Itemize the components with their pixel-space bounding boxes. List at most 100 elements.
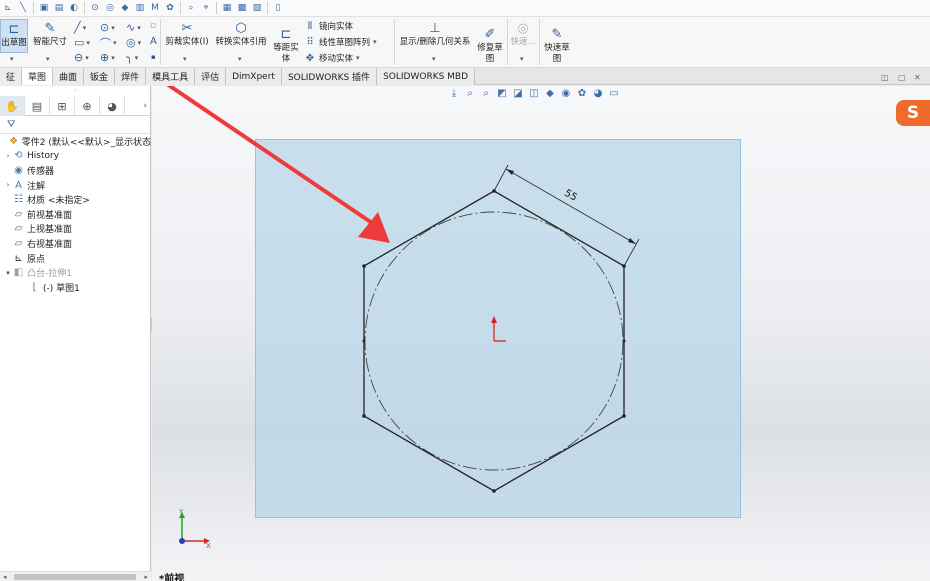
offset-entities-button[interactable]: ⊏ 等距实 体 <box>272 25 300 65</box>
line-tool-icon[interactable]: ╱ ▾ <box>74 20 100 35</box>
text-sketch-icon[interactable]: A <box>150 36 157 47</box>
tree-item-annotations[interactable]: › A 注解 <box>0 178 151 193</box>
slot-tool-icon[interactable]: ⊖ ▾ <box>74 50 100 65</box>
tab-solidworks-mbd[interactable]: SOLIDWORKS MBD <box>377 68 476 85</box>
tree-item-label: 前视基准面 <box>27 210 73 221</box>
graphics-area[interactable]: ⤓ ⌕ ⌕ ◩ ◪ ◫ ◆ ◉ ✿ ◕ ▭ S 55 Y X *前视 <box>152 86 930 581</box>
tree-item-origin[interactable]: ⊾ 原点 <box>0 251 151 266</box>
trim-entities-button[interactable]: ✂ 剪裁实体(I) <box>163 19 211 53</box>
scroll-left-icon[interactable]: ◂ <box>3 572 7 581</box>
appearance-icon[interactable]: ✿ <box>164 2 176 14</box>
chevron-down-icon[interactable]: ▾ <box>373 38 377 46</box>
dimxpert-tab-icon[interactable]: ⊕ <box>75 96 100 116</box>
move-entities-button[interactable]: ✥ 移动实体 ▾ <box>304 52 360 65</box>
filter-icon[interactable]: ⛛ <box>0 116 151 134</box>
configuration-tab-icon[interactable]: ⊞ <box>50 96 75 116</box>
tree-item-label: 上视基准面 <box>27 225 73 236</box>
tree-item-right-plane[interactable]: ▱ 右视基准面 <box>0 236 151 251</box>
tree-item-boss-extrude[interactable]: ▾ ◧ 凸台-拉伸1 <box>0 265 151 280</box>
dimension-line[interactable] <box>505 168 637 245</box>
feature-tree-tab-icon[interactable]: ✋ <box>0 96 25 116</box>
close-icon[interactable]: ✕ <box>914 73 921 82</box>
tile-icon[interactable]: ▢ <box>898 73 906 82</box>
expand-arrow-icon[interactable]: ▾ <box>4 269 12 277</box>
rectangle-tool-icon[interactable]: ▭ ▾ <box>74 35 100 50</box>
search-icon[interactable]: ⌕ <box>185 2 197 14</box>
text-tool-icon[interactable]: ▫ <box>150 21 156 31</box>
chevron-down-icon[interactable]: ▾ <box>520 55 524 63</box>
chevron-down-icon[interactable]: ▾ <box>10 55 14 63</box>
dimension-value-text[interactable]: 55 <box>562 188 579 204</box>
chevron-right-icon[interactable]: › <box>125 96 151 115</box>
chevron-down-icon[interactable]: ▾ <box>46 55 50 63</box>
expand-arrow-icon[interactable]: › <box>4 152 12 160</box>
tree-item-sketch1[interactable]: ⌊ (-) 草图1 <box>0 280 151 295</box>
chevron-down-icon[interactable]: ▾ <box>432 55 436 63</box>
display-manager-tab-icon[interactable]: ◕ <box>100 96 125 116</box>
scrollbar-thumb[interactable] <box>14 574 136 580</box>
tab-dimxpert[interactable]: DimXpert <box>226 68 282 85</box>
rebuild-icon[interactable]: ▣ <box>38 2 50 14</box>
sketch-icon[interactable]: ⊾ <box>2 2 14 14</box>
tab-weldments[interactable]: 焊件 <box>115 68 147 85</box>
options-icon[interactable]: ◐ <box>68 2 80 14</box>
tab-surfaces[interactable]: 曲面 <box>53 68 85 85</box>
tab-sketch[interactable]: 草图 <box>22 68 54 85</box>
command-manager-tabs: 征 草图 曲面 钣金 焊件 模具工具 评估 DimXpert SOLIDWORK… <box>0 68 930 85</box>
exit-sketch-button[interactable]: ⊏ 出草图 <box>0 19 28 53</box>
table-icon[interactable]: ▩ <box>236 2 248 14</box>
repair-sketch-button[interactable]: ✐ 修复草 图 <box>475 25 505 65</box>
spline-tool-icon[interactable]: ∿ ▾ <box>126 20 152 35</box>
convert-entities-button[interactable]: ⬡ 转换实体引用 <box>213 19 269 53</box>
tree-item-sensors[interactable]: ◉ 传感器 <box>0 163 151 178</box>
ellipse-tool-icon[interactable]: ◎ ▾ <box>126 35 152 50</box>
properties-icon[interactable]: ▯ <box>272 2 284 14</box>
section-icon[interactable]: ◆ <box>119 2 131 14</box>
restore-icon[interactable]: ◫ <box>881 73 889 82</box>
rotate-icon[interactable]: ◎ <box>104 2 116 14</box>
chevron-down-icon[interactable]: ▾ <box>183 55 187 63</box>
linear-pattern-button[interactable]: ⠿ 线性草图阵列 ▾ <box>304 36 377 49</box>
tab-solidworks-addins[interactable]: SOLIDWORKS 插件 <box>281 68 378 85</box>
mirror-icon: ⫴ <box>307 20 313 32</box>
image-icon[interactable]: ▧ <box>251 2 263 14</box>
line-icon[interactable]: ╲ <box>17 2 29 14</box>
panel-grip-icon[interactable]: ◦ <box>0 86 151 96</box>
history-icon: ⟲ <box>14 150 23 162</box>
smart-dimension-button[interactable]: ✎ 智能尺寸 <box>30 19 70 53</box>
tab-sheet-metal[interactable]: 钣金 <box>84 68 116 85</box>
mass-icon[interactable]: M <box>149 2 161 14</box>
expand-arrow-icon[interactable]: › <box>4 181 12 189</box>
point-tool-icon[interactable]: ▪ <box>151 53 156 61</box>
tree-item-label: 材质 <未指定> <box>27 196 90 207</box>
tree-item-material[interactable]: ☷ 材质 <未指定> <box>0 192 151 207</box>
measure-icon[interactable]: ⌖ <box>200 2 212 14</box>
chevron-down-icon[interactable]: ▾ <box>238 55 242 63</box>
polygon-tool-icon[interactable]: ⊕ ▾ <box>100 50 126 65</box>
tree-item-front-plane[interactable]: ▱ 前视基准面 <box>0 207 151 222</box>
quick-snaps-button[interactable]: ◎ 快速... <box>509 19 537 53</box>
excel-icon[interactable]: ▦ <box>221 2 233 14</box>
horizontal-scrollbar[interactable]: ◂ ▸ <box>0 571 151 581</box>
sketch-canvas[interactable]: 55 Y X <box>152 86 930 581</box>
circle-tool-icon[interactable]: ⊙ ▾ <box>100 20 126 35</box>
mirror-entities-button[interactable]: ⫴ 镜向实体 <box>304 20 353 33</box>
chevron-down-icon[interactable]: ▾ <box>356 54 360 62</box>
zoom-icon[interactable]: ⊙ <box>89 2 101 14</box>
arc-tool-icon[interactable]: ⌒ ▾ <box>100 35 126 50</box>
display-icon[interactable]: ▥ <box>134 2 146 14</box>
property-manager-tab-icon[interactable]: ▤ <box>25 96 50 116</box>
fillet-tool-icon[interactable]: ╮ ▾ <box>126 50 152 65</box>
save-icon[interactable]: ▤ <box>53 2 65 14</box>
tree-item-top-plane[interactable]: ▱ 上视基准面 <box>0 222 151 237</box>
tree-item-history[interactable]: › ⟲ History <box>0 149 151 164</box>
quick-snaps-icon: ◎ <box>517 20 529 36</box>
tab-evaluate[interactable]: 评估 <box>195 68 227 85</box>
tree-root-label: 零件2 (默认<<默认>_显示状态 <box>21 137 151 148</box>
tree-root-part[interactable]: ❖ 零件2 (默认<<默认>_显示状态 <box>0 134 151 149</box>
rapid-sketch-button[interactable]: ✎ 快速草 图 <box>541 25 573 65</box>
tab-mold-tools[interactable]: 模具工具 <box>146 68 196 85</box>
scroll-right-icon[interactable]: ▸ <box>144 572 148 581</box>
display-relations-button[interactable]: ⊥ 显示/删除几何关系 <box>396 19 474 53</box>
tab-features[interactable]: 征 <box>0 68 23 85</box>
